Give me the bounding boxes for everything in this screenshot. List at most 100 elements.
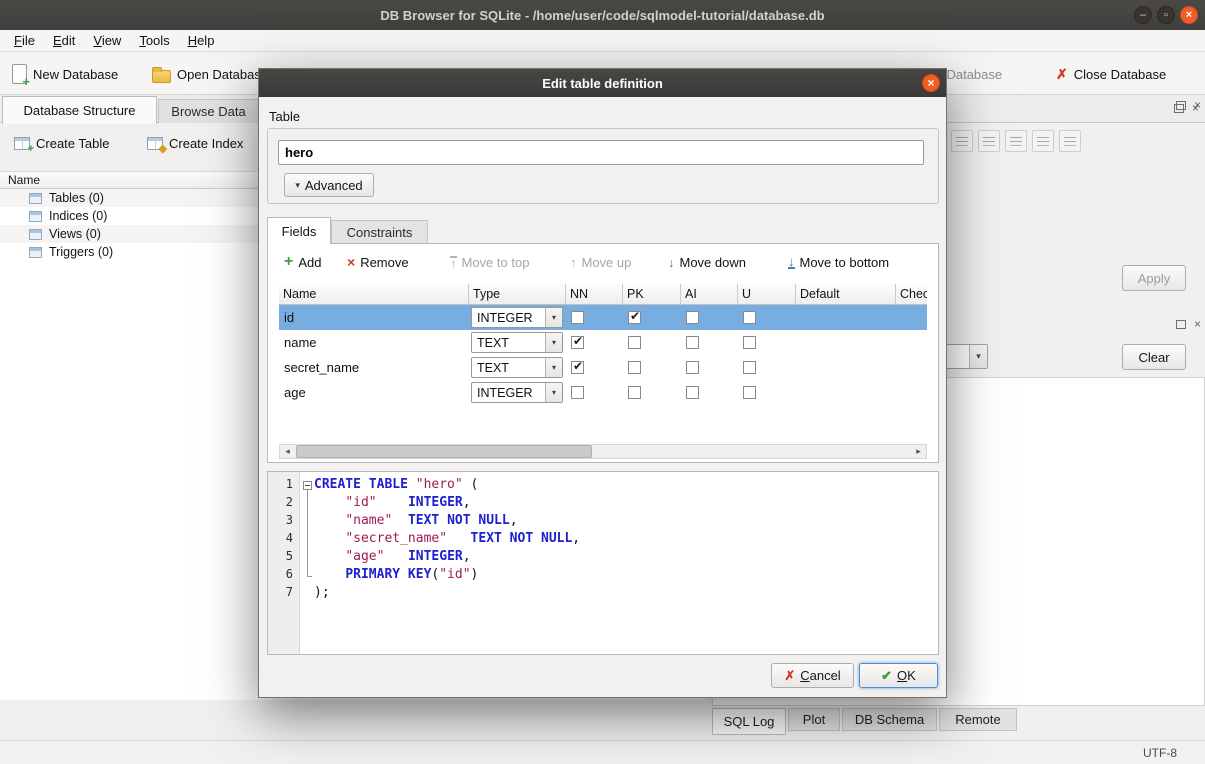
dialog-titlebar[interactable]: Edit table definition × xyxy=(259,69,946,97)
grid-cell: TEXT▾ xyxy=(469,330,566,355)
column-header-type[interactable]: Type xyxy=(469,284,566,305)
close-database-button[interactable]: ✗ Close Database xyxy=(1050,60,1172,88)
chevron-down-icon[interactable]: ▾ xyxy=(545,383,562,402)
checkbox-nn[interactable] xyxy=(571,386,584,399)
column-header-pk[interactable]: PK xyxy=(623,284,681,305)
add-field-button[interactable]: + Add xyxy=(284,251,321,273)
tab-database-structure[interactable]: Database Structure xyxy=(2,96,157,124)
cell-editor-icon[interactable] xyxy=(1059,130,1081,152)
remove-field-button[interactable]: × Remove xyxy=(347,251,409,273)
tab-remote[interactable]: Remote xyxy=(939,708,1017,731)
field-name-cell[interactable]: age xyxy=(279,380,469,405)
checkbox-ai[interactable] xyxy=(686,311,699,324)
checkbox-nn[interactable] xyxy=(571,336,584,349)
column-header-nn[interactable]: NN xyxy=(566,284,623,305)
column-header-u[interactable]: U xyxy=(738,284,796,305)
checkbox-pk[interactable] xyxy=(628,336,641,349)
tab-browse-data[interactable]: Browse Data xyxy=(158,99,259,123)
maximize-icon[interactable]: ▫ xyxy=(1157,6,1175,24)
cancel-button[interactable]: ✗ Cancel xyxy=(771,663,854,688)
tab-constraints[interactable]: Constraints xyxy=(331,220,428,244)
checkbox-pk[interactable] xyxy=(628,311,641,324)
move-to-bottom-button[interactable]: ↓ Move to bottom xyxy=(788,251,889,273)
checkbox-u[interactable] xyxy=(743,336,756,349)
close-icon[interactable]: × xyxy=(1180,6,1198,24)
open-database-button[interactable]: Open Database xyxy=(146,60,274,88)
horizontal-scrollbar[interactable]: ◂ ▸ xyxy=(279,444,927,459)
field-name-cell[interactable]: name xyxy=(279,330,469,355)
move-down-button[interactable]: ↓ Move down xyxy=(668,251,746,273)
checkbox-ai[interactable] xyxy=(686,336,699,349)
column-header-check[interactable]: Check xyxy=(896,284,927,305)
field-row-id[interactable]: idINTEGER▾ xyxy=(279,305,927,330)
tab-db-schema[interactable]: DB Schema xyxy=(842,708,937,731)
tab-plot[interactable]: Plot xyxy=(788,708,840,731)
grid-cell xyxy=(623,305,681,330)
scrollbar-thumb[interactable] xyxy=(296,445,592,458)
field-name-cell[interactable]: secret_name xyxy=(279,355,469,380)
new-database-button[interactable]: New Database xyxy=(6,60,124,88)
cell-editor-icon[interactable] xyxy=(951,130,973,152)
apply-button[interactable]: Apply xyxy=(1122,265,1186,291)
dock-float-icon[interactable] xyxy=(1176,320,1186,329)
field-row-secret_name[interactable]: secret_nameTEXT▾ xyxy=(279,355,927,380)
checkbox-u[interactable] xyxy=(743,311,756,324)
checkbox-u[interactable] xyxy=(743,361,756,374)
cell-editor-icon[interactable] xyxy=(1005,130,1027,152)
move-up-button[interactable]: ↑ Move up xyxy=(570,251,631,273)
create-index-button[interactable]: ◆ Create Index xyxy=(147,136,243,151)
field-type-combobox[interactable]: TEXT▾ xyxy=(471,332,563,353)
move-to-top-button[interactable]: ↑ Move to top xyxy=(450,251,529,273)
field-name-cell[interactable]: id xyxy=(279,305,469,330)
menu-help[interactable]: Help xyxy=(179,31,224,50)
menu-file[interactable]: File xyxy=(5,31,44,50)
tab-sql-log[interactable]: SQL Log xyxy=(712,708,786,735)
window-titlebar[interactable]: DB Browser for SQLite - /home/user/code/… xyxy=(0,0,1205,30)
create-table-label: Create Table xyxy=(36,136,109,151)
button-label: Add xyxy=(298,255,321,270)
field-type-combobox[interactable]: TEXT▾ xyxy=(471,357,563,378)
minimize-icon[interactable]: – xyxy=(1134,6,1152,24)
sql-code-line: ); xyxy=(314,585,938,603)
dialog-close-icon[interactable]: × xyxy=(922,74,940,92)
chevron-down-icon[interactable]: ▾ xyxy=(969,345,987,368)
menu-edit[interactable]: Edit xyxy=(44,31,84,50)
checkbox-nn[interactable] xyxy=(571,311,584,324)
column-header-ai[interactable]: AI xyxy=(681,284,738,305)
dock-close-icon[interactable]: × xyxy=(1194,319,1201,329)
create-table-button[interactable]: + Create Table xyxy=(14,136,109,151)
sql-preview-editor[interactable]: 1234567 CREATE TABLE "hero" ( "id" INTEG… xyxy=(267,471,939,655)
advanced-toggle-button[interactable]: ▾ Advanced xyxy=(284,173,374,197)
dock-float-icon[interactable] xyxy=(1176,101,1186,110)
tab-label: Browse Data xyxy=(171,104,245,119)
dock-close-icon[interactable]: × xyxy=(1194,100,1201,110)
cell-editor-icon[interactable] xyxy=(1032,130,1054,152)
checkbox-pk[interactable] xyxy=(628,361,641,374)
add-icon: + xyxy=(284,254,293,270)
checkbox-u[interactable] xyxy=(743,386,756,399)
field-type-combobox[interactable]: INTEGER▾ xyxy=(471,307,563,328)
field-row-age[interactable]: ageINTEGER▾ xyxy=(279,380,927,405)
scroll-left-icon[interactable]: ◂ xyxy=(280,445,295,458)
cell-editor-icon[interactable] xyxy=(978,130,1000,152)
chevron-down-icon[interactable]: ▾ xyxy=(545,308,562,327)
encoding-indicator[interactable]: UTF-8 xyxy=(1143,746,1177,760)
field-row-name[interactable]: nameTEXT▾ xyxy=(279,330,927,355)
ok-button[interactable]: ✔ OK xyxy=(859,663,938,688)
checkbox-ai[interactable] xyxy=(686,386,699,399)
table-name-input[interactable] xyxy=(278,140,924,165)
scroll-right-icon[interactable]: ▸ xyxy=(911,445,926,458)
field-type-combobox[interactable]: INTEGER▾ xyxy=(471,382,563,403)
menu-view[interactable]: View xyxy=(84,31,130,50)
checkbox-ai[interactable] xyxy=(686,361,699,374)
column-header-name[interactable]: Name xyxy=(279,284,469,305)
tab-fields[interactable]: Fields xyxy=(267,217,331,244)
checkbox-nn[interactable] xyxy=(571,361,584,374)
chevron-down-icon[interactable]: ▾ xyxy=(545,333,562,352)
menu-tools[interactable]: Tools xyxy=(130,31,178,50)
column-header-default[interactable]: Default xyxy=(796,284,896,305)
chevron-down-icon[interactable]: ▾ xyxy=(545,358,562,377)
code-fold-icon[interactable] xyxy=(303,481,312,490)
clear-button[interactable]: Clear xyxy=(1122,344,1186,370)
checkbox-pk[interactable] xyxy=(628,386,641,399)
